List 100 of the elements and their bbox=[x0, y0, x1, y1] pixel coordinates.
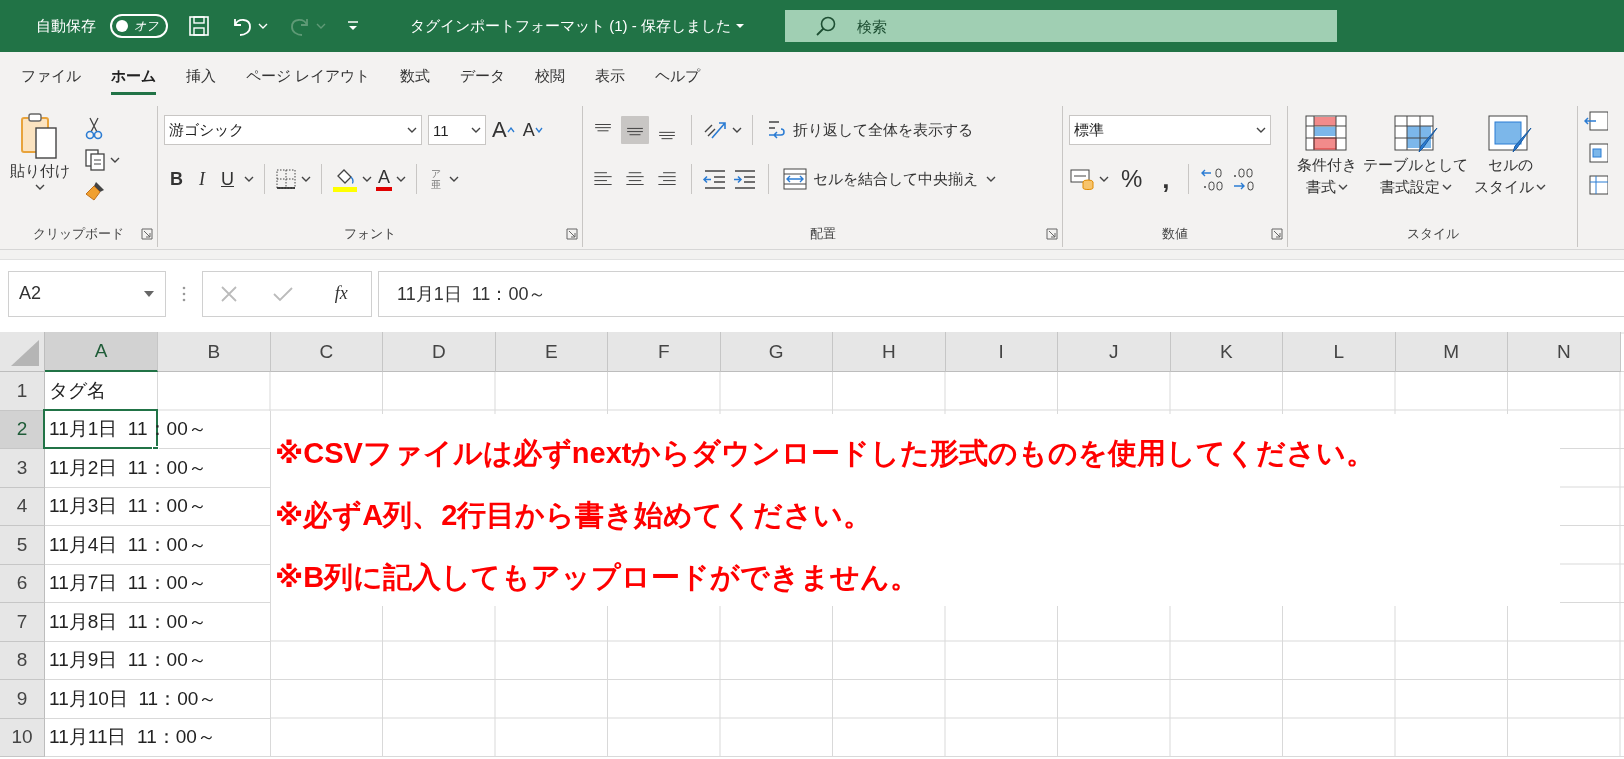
caret-up-icon bbox=[506, 127, 515, 133]
column-header[interactable]: A bbox=[45, 332, 158, 372]
row-header[interactable]: 5 bbox=[0, 526, 45, 565]
caret-icon[interactable] bbox=[471, 126, 481, 134]
shrink-font-button[interactable]: A bbox=[520, 119, 545, 141]
caret-icon[interactable] bbox=[1338, 183, 1348, 191]
scissors-icon[interactable] bbox=[84, 116, 104, 140]
row-header[interactable]: 6 bbox=[0, 564, 45, 603]
decrease-indent-icon[interactable] bbox=[702, 167, 728, 191]
ribbon-tab[interactable]: 校閲 bbox=[535, 57, 566, 95]
ribbon-tab[interactable]: ページ レイアウト bbox=[246, 57, 371, 95]
column-header[interactable]: G bbox=[720, 332, 833, 372]
caret-icon[interactable] bbox=[301, 175, 311, 183]
caret-icon[interactable] bbox=[1256, 126, 1266, 134]
save-icon[interactable] bbox=[188, 15, 210, 37]
row-header[interactable]: 1 bbox=[0, 372, 45, 411]
merge-center-button[interactable]: セルを結合して中央揃え bbox=[779, 166, 982, 192]
style-button[interactable]: セルの スタイル bbox=[1471, 110, 1549, 221]
number-format-value: 標準 bbox=[1074, 120, 1104, 140]
column-header[interactable]: E bbox=[495, 332, 608, 372]
caret-icon[interactable] bbox=[986, 175, 996, 183]
dropdown-icon[interactable] bbox=[143, 289, 155, 298]
column-header[interactable]: N bbox=[1508, 332, 1621, 372]
font-name-field[interactable]: 游ゴシック bbox=[164, 115, 422, 145]
ribbon-tab[interactable]: 数式 bbox=[400, 57, 431, 95]
cell-reference: A2 bbox=[19, 283, 42, 304]
row-header[interactable]: 9 bbox=[0, 680, 45, 719]
ribbon-tab[interactable]: ヘルプ bbox=[655, 57, 701, 95]
column-header[interactable]: J bbox=[1058, 332, 1171, 372]
dialog-launcher-icon[interactable] bbox=[1046, 228, 1058, 240]
column-header[interactable]: M bbox=[1395, 332, 1508, 372]
format-painter-icon[interactable] bbox=[84, 180, 106, 202]
underline-button[interactable]: U bbox=[215, 166, 240, 192]
column-header[interactable]: L bbox=[1283, 332, 1396, 372]
caret-icon[interactable] bbox=[362, 175, 372, 183]
row-header[interactable]: 8 bbox=[0, 641, 45, 680]
dialog-launcher-icon[interactable] bbox=[566, 228, 578, 240]
grow-font-button[interactable]: A bbox=[490, 117, 517, 143]
group-label: 配置 bbox=[809, 225, 836, 243]
column-header[interactable]: H bbox=[833, 332, 946, 372]
customize-icon[interactable] bbox=[346, 20, 360, 32]
caret-icon[interactable] bbox=[1441, 183, 1452, 191]
font-size-field[interactable]: 11 bbox=[428, 115, 486, 145]
row-header[interactable]: 7 bbox=[0, 603, 45, 642]
number-format-field[interactable]: 標準 bbox=[1069, 115, 1271, 145]
style-button[interactable]: 条件付き 書式 bbox=[1294, 110, 1360, 221]
caret-icon[interactable] bbox=[734, 23, 745, 29]
dialog-launcher-icon[interactable] bbox=[141, 228, 153, 240]
copy-icon[interactable] bbox=[84, 148, 106, 172]
table-cell: 11月9日 11：00～ bbox=[45, 641, 271, 680]
column-header[interactable]: D bbox=[383, 332, 496, 372]
row-header[interactable]: 3 bbox=[0, 449, 45, 488]
row-header[interactable]: 10 bbox=[0, 718, 45, 757]
wrap-text-button[interactable]: 折り返して全体を表示する bbox=[763, 117, 977, 143]
ribbon-tab[interactable]: 挿入 bbox=[186, 57, 216, 95]
table-cell: 11月2日 11：00～ bbox=[45, 449, 271, 488]
ribbon-tab[interactable]: ホーム bbox=[111, 57, 156, 95]
italic-button[interactable]: I bbox=[193, 166, 211, 192]
column-header[interactable]: F bbox=[608, 332, 721, 372]
caret-down-icon bbox=[534, 127, 543, 133]
group-label: フォント bbox=[344, 225, 396, 243]
phonetic-button[interactable]: ア 亜 bbox=[427, 168, 445, 190]
row-header[interactable]: 4 bbox=[0, 487, 45, 526]
formula-field[interactable]: 11月1日 11：00～ bbox=[378, 270, 1624, 317]
ribbon-tab[interactable]: ファイル bbox=[21, 57, 81, 95]
style-button[interactable]: テーブルとして 書式設定 bbox=[1360, 110, 1471, 221]
caret-icon[interactable] bbox=[396, 175, 406, 183]
percent-button[interactable]: % bbox=[1113, 165, 1151, 193]
column-header[interactable]: C bbox=[270, 332, 383, 372]
comma-style-button[interactable]: , bbox=[1154, 163, 1178, 195]
vertical-align-icon[interactable] bbox=[621, 116, 649, 144]
increase-indent-icon[interactable] bbox=[732, 167, 758, 191]
name-box[interactable]: A2 bbox=[8, 270, 166, 317]
column-header[interactable]: I bbox=[945, 332, 1058, 372]
search-field[interactable]: 検索 bbox=[784, 10, 1337, 42]
column-header[interactable]: B bbox=[158, 332, 271, 372]
caret-icon[interactable] bbox=[110, 156, 120, 164]
caret-icon[interactable] bbox=[732, 126, 742, 134]
table-cell: 11月4日 11：00～ bbox=[45, 526, 271, 565]
paste-button[interactable]: 貼り付け bbox=[6, 110, 74, 221]
caret-icon[interactable] bbox=[244, 175, 254, 183]
caret-icon[interactable] bbox=[35, 183, 45, 191]
borders-icon[interactable] bbox=[275, 168, 297, 190]
dialog-launcher-icon[interactable] bbox=[1271, 228, 1283, 240]
caret-icon[interactable] bbox=[1099, 175, 1109, 183]
font-color-button[interactable]: A bbox=[376, 167, 392, 191]
insert-cells-icon[interactable] bbox=[1584, 110, 1608, 132]
ribbon-tab[interactable]: データ bbox=[460, 57, 506, 95]
autosave-toggle[interactable]: オフ bbox=[110, 14, 168, 38]
bold-button[interactable]: B bbox=[164, 166, 189, 192]
table-cell: 11月7日 11：00～ bbox=[45, 564, 271, 603]
caret-icon[interactable] bbox=[449, 175, 459, 183]
insert-function-button[interactable]: fx bbox=[328, 282, 354, 305]
caret-icon[interactable] bbox=[1536, 183, 1546, 191]
caret-icon[interactable] bbox=[407, 126, 417, 134]
table-cell: 11月11日 11：00～ bbox=[45, 718, 271, 757]
row-header[interactable]: 2 bbox=[0, 410, 45, 449]
ribbon-tab[interactable]: 表示 bbox=[595, 57, 626, 95]
grip-icon[interactable] bbox=[182, 284, 186, 303]
column-header[interactable]: K bbox=[1170, 332, 1283, 372]
